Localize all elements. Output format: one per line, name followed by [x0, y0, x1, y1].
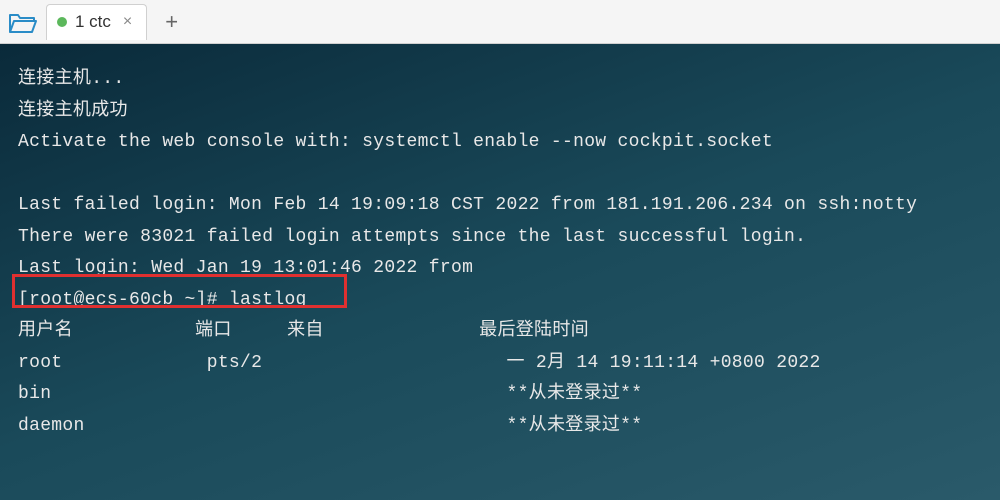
new-tab-button[interactable]: + — [155, 9, 188, 35]
tab-bar: 1 ctc × + — [0, 0, 1000, 44]
terminal-line: Last failed login: Mon Feb 14 19:09:18 C… — [18, 190, 982, 222]
close-icon[interactable]: × — [119, 13, 136, 31]
terminal-line: 连接主机... — [18, 64, 982, 96]
lastlog-header: 用户名 端口 来自 最后登陆时间 — [18, 316, 982, 348]
terminal-prompt-line: [root@ecs-60cb ~]# lastlog — [18, 285, 982, 317]
status-dot-icon — [57, 17, 67, 27]
lastlog-row: root pts/2 一 2月 14 19:11:14 +0800 2022 — [18, 348, 982, 380]
terminal-line: Last login: Wed Jan 19 13:01:46 2022 fro… — [18, 253, 982, 285]
lastlog-row: daemon **从未登录过** — [18, 411, 982, 443]
terminal-line: 连接主机成功 — [18, 96, 982, 128]
tab-label: 1 ctc — [75, 12, 111, 32]
terminal-line: There were 83021 failed login attempts s… — [18, 222, 982, 254]
terminal-line — [18, 159, 982, 191]
folder-open-icon[interactable] — [8, 10, 38, 34]
tab-active[interactable]: 1 ctc × — [46, 4, 147, 40]
terminal-line: Activate the web console with: systemctl… — [18, 127, 982, 159]
terminal-output[interactable]: 连接主机... 连接主机成功 Activate the web console … — [0, 44, 1000, 500]
lastlog-row: bin **从未登录过** — [18, 379, 982, 411]
